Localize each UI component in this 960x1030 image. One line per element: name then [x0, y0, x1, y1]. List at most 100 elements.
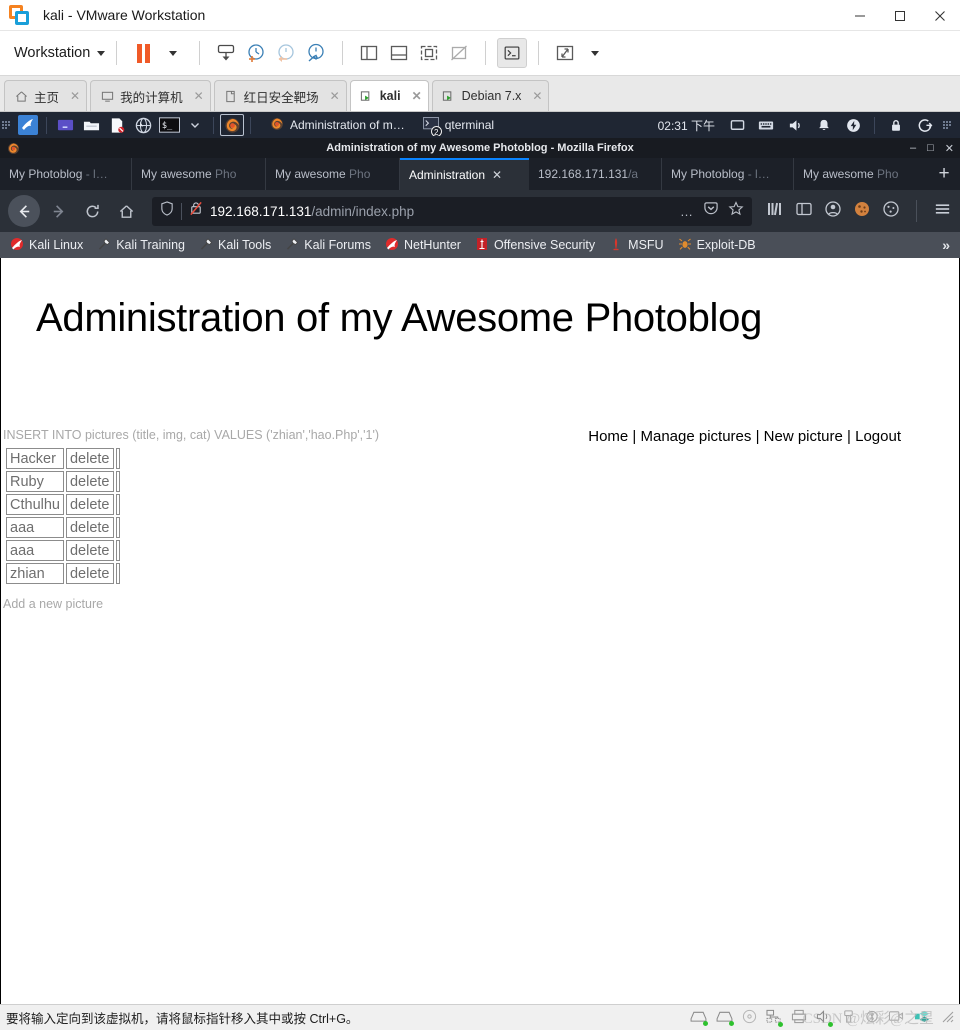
nav-link-logout[interactable]: Logout: [855, 428, 901, 445]
resize-grip-icon[interactable]: [940, 1009, 954, 1026]
firefox-close-button[interactable]: ✕: [945, 142, 954, 155]
account-button[interactable]: [824, 200, 842, 223]
delete-link-cell[interactable]: delete: [65, 563, 114, 584]
forward-button[interactable]: [42, 195, 74, 227]
url-bar[interactable]: 192.168.171.131/admin/index.php …: [152, 196, 752, 226]
take-snapshot-button[interactable]: [241, 38, 271, 68]
sound-card-indicator[interactable]: [816, 1009, 833, 1027]
bell-icon[interactable]: [812, 114, 836, 136]
logout-icon[interactable]: [913, 114, 937, 136]
bookmark-kali-training[interactable]: Kali Training: [97, 237, 185, 254]
nav-link-manage-pictures[interactable]: Manage pictures: [641, 428, 752, 445]
firefox-tab-1[interactable]: My Photoblog - l…: [0, 158, 132, 190]
pause-dropdown-button[interactable]: [158, 38, 188, 68]
bookmark-offensive-security[interactable]: Offensive Security: [475, 237, 595, 254]
home-button[interactable]: [110, 195, 142, 227]
delete-link-cell[interactable]: delete: [65, 494, 114, 515]
new-tab-button[interactable]: +: [928, 158, 960, 190]
star-icon[interactable]: [728, 201, 744, 221]
keyboard-icon[interactable]: [754, 114, 778, 136]
pocket-icon[interactable]: [703, 201, 719, 221]
app-menu-button[interactable]: [933, 200, 952, 223]
url-text[interactable]: 192.168.171.131/admin/index.php: [210, 204, 414, 219]
close-icon[interactable]: ✕: [412, 89, 422, 103]
document-icon[interactable]: [105, 114, 129, 136]
unity-mode-button[interactable]: [444, 38, 474, 68]
delete-link-cell[interactable]: delete: [65, 517, 114, 538]
library-button[interactable]: [766, 200, 784, 223]
vmware-tab-home[interactable]: 主页 ✕: [4, 80, 88, 111]
show-sidebar-button[interactable]: [354, 38, 384, 68]
taskbar-item-qterminal[interactable]: 2 qterminal: [415, 114, 502, 136]
monitor-tray-icon[interactable]: [725, 114, 749, 136]
snapshot-manager-button[interactable]: [301, 38, 331, 68]
nav-link-home[interactable]: Home: [588, 428, 628, 445]
ellipsis-icon[interactable]: …: [680, 204, 694, 219]
pause-button[interactable]: [128, 38, 158, 68]
bookmark-kali-tools[interactable]: Kali Tools: [199, 237, 271, 254]
cd-dvd-indicator[interactable]: [742, 1009, 757, 1027]
hard-disk-2-indicator[interactable]: [716, 1010, 734, 1026]
firefox-tab-4-selected[interactable]: Administration ✕: [400, 158, 529, 190]
grip-dots-icon[interactable]: [2, 116, 12, 134]
speaker-icon[interactable]: [783, 114, 807, 136]
taskbar-item-firefox[interactable]: Administration of m…: [262, 114, 413, 136]
stretch-guest-button[interactable]: [550, 38, 580, 68]
close-icon[interactable]: ✕: [532, 89, 542, 103]
close-icon[interactable]: ✕: [330, 89, 340, 103]
vmware-maximize-button[interactable]: [880, 0, 920, 31]
hard-disk-1-indicator[interactable]: [690, 1010, 708, 1026]
bookmark-msfu[interactable]: MSFU: [609, 237, 664, 254]
firefox-maximize-button[interactable]: □: [927, 142, 934, 154]
power-bolt-icon[interactable]: [841, 114, 865, 136]
show-console-view-button[interactable]: [384, 38, 414, 68]
kali-dragon-icon[interactable]: [16, 114, 40, 136]
network-adapter-indicator[interactable]: [766, 1009, 783, 1027]
taskbar-clock[interactable]: 02:31 下午: [658, 117, 715, 134]
folder-icon[interactable]: [79, 114, 103, 136]
close-icon[interactable]: ✕: [70, 89, 80, 103]
nav-link-new-picture[interactable]: New picture: [764, 428, 843, 445]
firefox-launcher-button[interactable]: [220, 114, 244, 136]
lock-icon[interactable]: [884, 114, 908, 136]
sidebars-button[interactable]: [795, 200, 813, 223]
firefox-tab-7[interactable]: My awesome Pho: [794, 158, 928, 190]
firefox-minimize-button[interactable]: –: [910, 142, 916, 154]
vmware-minimize-button[interactable]: [840, 0, 880, 31]
bookmark-exploit-db[interactable]: Exploit-DB: [678, 237, 756, 254]
vmware-tab-folder[interactable]: 红日安全靶场 ✕: [213, 80, 347, 111]
revert-snapshot-button[interactable]: [271, 38, 301, 68]
fullscreen-button[interactable]: [414, 38, 444, 68]
tray-grip-icon[interactable]: [943, 116, 953, 134]
send-ctrl-alt-del-button[interactable]: [211, 38, 241, 68]
firefox-tab-6[interactable]: My Photoblog - l…: [662, 158, 794, 190]
bookmark-kali-forums[interactable]: Kali Forums: [285, 237, 371, 254]
insecure-lock-icon[interactable]: [189, 201, 203, 221]
vmware-tab-debian[interactable]: Debian 7.x ✕: [431, 80, 550, 111]
cookie-quick-manager-button[interactable]: [882, 200, 900, 223]
vmware-tab-my-computer[interactable]: 我的计算机 ✕: [90, 80, 211, 111]
bookmarks-overflow-button[interactable]: »: [942, 237, 950, 253]
terminal-button[interactable]: [497, 38, 528, 68]
bookmark-nethunter[interactable]: NetHunter: [385, 237, 461, 254]
stretch-dropdown-button[interactable]: [580, 38, 610, 68]
close-icon[interactable]: ✕: [492, 168, 502, 182]
vmware-tab-kali[interactable]: kali ✕: [349, 80, 429, 111]
delete-link-cell[interactable]: delete: [65, 540, 114, 561]
firefox-tab-5[interactable]: 192.168.171.131/a: [529, 158, 662, 190]
desktop-icon[interactable]: [53, 114, 77, 136]
delete-link-cell[interactable]: delete: [65, 471, 114, 492]
bookmark-kali-linux[interactable]: Kali Linux: [10, 237, 83, 254]
firefox-tab-3[interactable]: My awesome Pho: [266, 158, 400, 190]
shield-icon[interactable]: [160, 201, 174, 221]
close-icon[interactable]: ✕: [194, 89, 204, 103]
workstation-menu-button[interactable]: Workstation: [14, 45, 106, 61]
cookie-manager-button[interactable]: [853, 200, 871, 223]
reload-button[interactable]: [76, 195, 108, 227]
chevron-down-icon[interactable]: [183, 114, 207, 136]
delete-link-cell[interactable]: delete: [65, 448, 114, 469]
back-button[interactable]: [8, 195, 40, 227]
globe-icon[interactable]: [131, 114, 155, 136]
terminal-prompt-icon[interactable]: $_: [157, 114, 181, 136]
vmware-close-button[interactable]: [920, 0, 960, 31]
